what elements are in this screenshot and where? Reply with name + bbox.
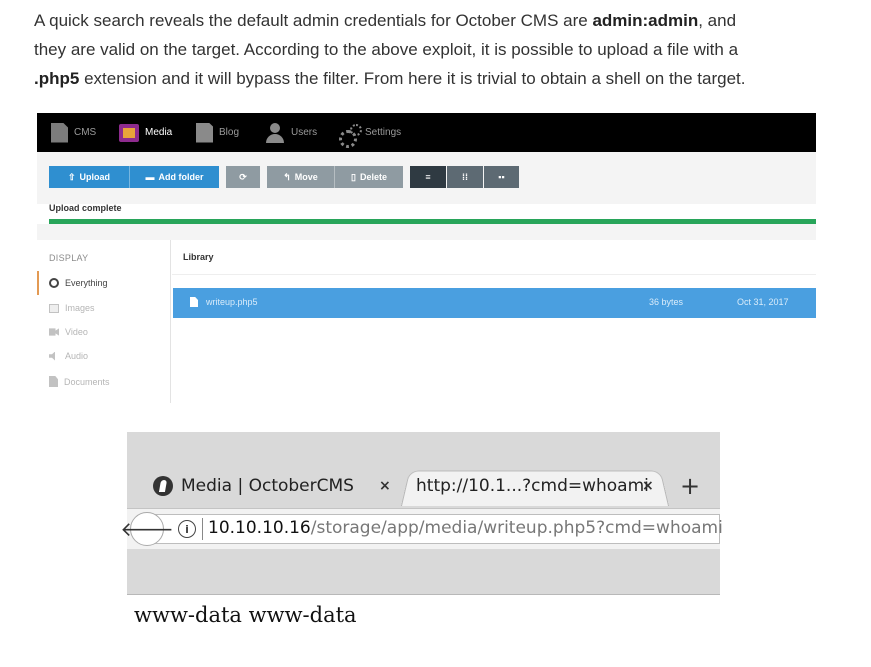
trash-icon: ▯ <box>351 171 356 182</box>
document-icon <box>49 376 58 387</box>
image-icon <box>49 303 59 313</box>
media-icon <box>119 123 139 142</box>
close-tab-icon[interactable]: × <box>642 478 654 494</box>
nav-item-settings[interactable]: Settings <box>339 113 401 152</box>
library-title: Library <box>183 252 214 262</box>
browser-screenshot: Media | OctoberCMS × http://10.1...?cmd=… <box>120 432 723 595</box>
file-date: Oct 31, 2017 <box>737 297 789 307</box>
navigation-bar: 🡐 i 10.10.10.16/storage/app/media/writeu… <box>120 508 723 549</box>
sidebar-item-label: Documents <box>64 376 110 387</box>
info-icon[interactable]: i <box>178 520 196 538</box>
grid-view-button[interactable]: ⁞⁞ <box>447 166 483 188</box>
sidebar-item-label: Audio <box>65 351 89 361</box>
audio-icon <box>49 351 55 361</box>
move-button[interactable]: ↰ Move <box>267 166 334 188</box>
cms-icon <box>51 122 68 143</box>
nav-item-media[interactable]: Media <box>119 113 172 152</box>
url-host: 10.10.10.16 <box>208 518 311 538</box>
media-toolbar: ⇧ Upload ▬ Add folder ⟳ ↰ Move ▯ Delete … <box>37 152 816 204</box>
credentials-text: admin:admin <box>592 11 699 30</box>
list-icon: ≡ <box>425 172 431 182</box>
sidebar-item-label: Video <box>65 327 88 337</box>
close-tab-icon[interactable]: × <box>379 478 391 494</box>
move-icon: ↰ <box>283 171 291 182</box>
nav-label: CMS <box>74 127 97 138</box>
tab-title: http://10.1...?cmd=whoami <box>416 476 649 496</box>
add-folder-label: Add folder <box>158 172 204 182</box>
tab-media-octobercms[interactable]: Media | OctoberCMS <box>153 474 354 498</box>
grid-icon: ⁞⁞ <box>462 172 468 182</box>
refresh-circle-icon <box>49 278 59 288</box>
file-name: writeup.php5 <box>206 297 258 307</box>
sidebar-item-label: Everything <box>65 278 108 288</box>
blog-icon <box>196 122 213 143</box>
delete-button[interactable]: ▯ Delete <box>335 166 403 188</box>
sidebar-item-label: Images <box>65 303 95 313</box>
delete-label: Delete <box>359 172 387 182</box>
back-button[interactable]: 🡐 <box>120 512 174 546</box>
sidebar-item-documents[interactable]: Documents <box>49 376 110 387</box>
toolbar-footer <box>37 224 816 240</box>
article-text: extension and it will bypass the filter.… <box>79 69 746 88</box>
sidebar-item-images[interactable]: Images <box>49 303 95 313</box>
nav-label: Users <box>291 127 318 138</box>
refresh-icon: ⟳ <box>239 171 247 182</box>
nav-item-users[interactable]: Users <box>265 113 317 152</box>
sidebar-item-everything[interactable]: Everything <box>49 278 108 288</box>
video-icon <box>49 328 59 336</box>
octobercms-logo-icon <box>153 476 173 496</box>
file-icon <box>190 297 198 307</box>
article-text: A quick search reveals the default admin… <box>34 11 593 30</box>
cms-top-nav: CMS Media Blog Users Settings <box>37 113 816 152</box>
tab-title: Media | OctoberCMS <box>181 476 354 496</box>
active-marker <box>37 271 39 295</box>
sidebar-item-video[interactable]: Video <box>49 327 88 337</box>
move-label: Move <box>294 172 318 182</box>
folder-icon: ▬ <box>145 172 155 182</box>
refresh-button[interactable]: ⟳ <box>226 166 260 188</box>
url-separator <box>202 518 203 540</box>
file-size: 36 bytes <box>649 297 684 307</box>
upload-button[interactable]: ⇧ Upload <box>49 166 129 188</box>
upload-status: Upload complete <box>49 203 122 213</box>
sidebar-title: DISPLAY <box>49 253 89 263</box>
url-text: 10.10.10.16/storage/app/media/writeup.ph… <box>208 518 723 538</box>
article-text: , and <box>698 11 737 30</box>
library-divider <box>172 274 816 275</box>
nav-item-blog[interactable]: Blog <box>196 113 239 152</box>
settings-icon <box>339 123 362 148</box>
tiles-icon: ▪▪ <box>498 172 505 182</box>
nav-label: Media <box>145 127 173 138</box>
url-path: /storage/app/media/writeup.php5?cmd=whoa… <box>310 518 723 538</box>
nav-label: Blog <box>219 127 240 138</box>
add-folder-button[interactable]: ▬ Add folder <box>130 166 219 188</box>
nav-label: Settings <box>365 127 402 138</box>
nav-item-cms[interactable]: CMS <box>51 113 96 152</box>
sidebar-item-audio[interactable]: Audio <box>49 351 88 361</box>
new-tab-button[interactable]: + <box>680 472 700 500</box>
tiles-view-button[interactable]: ▪▪ <box>484 166 519 188</box>
upload-icon: ⇧ <box>67 171 76 182</box>
back-arrow-icon: 🡐 <box>120 517 174 541</box>
command-output: www-data www-data <box>134 603 357 627</box>
upload-label: Upload <box>79 172 111 182</box>
file-row[interactable]: writeup.php5 36 bytes Oct 31, 2017 <box>173 288 816 318</box>
library-panel: Library writeup.php5 36 bytes Oct 31, 20… <box>172 240 816 403</box>
users-icon <box>265 122 285 143</box>
article-paragraph: A quick search reveals the default admin… <box>34 6 834 93</box>
list-view-button[interactable]: ≡ <box>410 166 446 188</box>
article-text: they are valid on the target. According … <box>34 40 739 59</box>
cms-screenshot: CMS Media Blog Users Settings ⇧ Upload ▬ <box>37 113 816 403</box>
extension-text: .php5 <box>34 69 80 88</box>
display-sidebar: DISPLAY Everything Images Video Audio Do… <box>37 240 171 403</box>
